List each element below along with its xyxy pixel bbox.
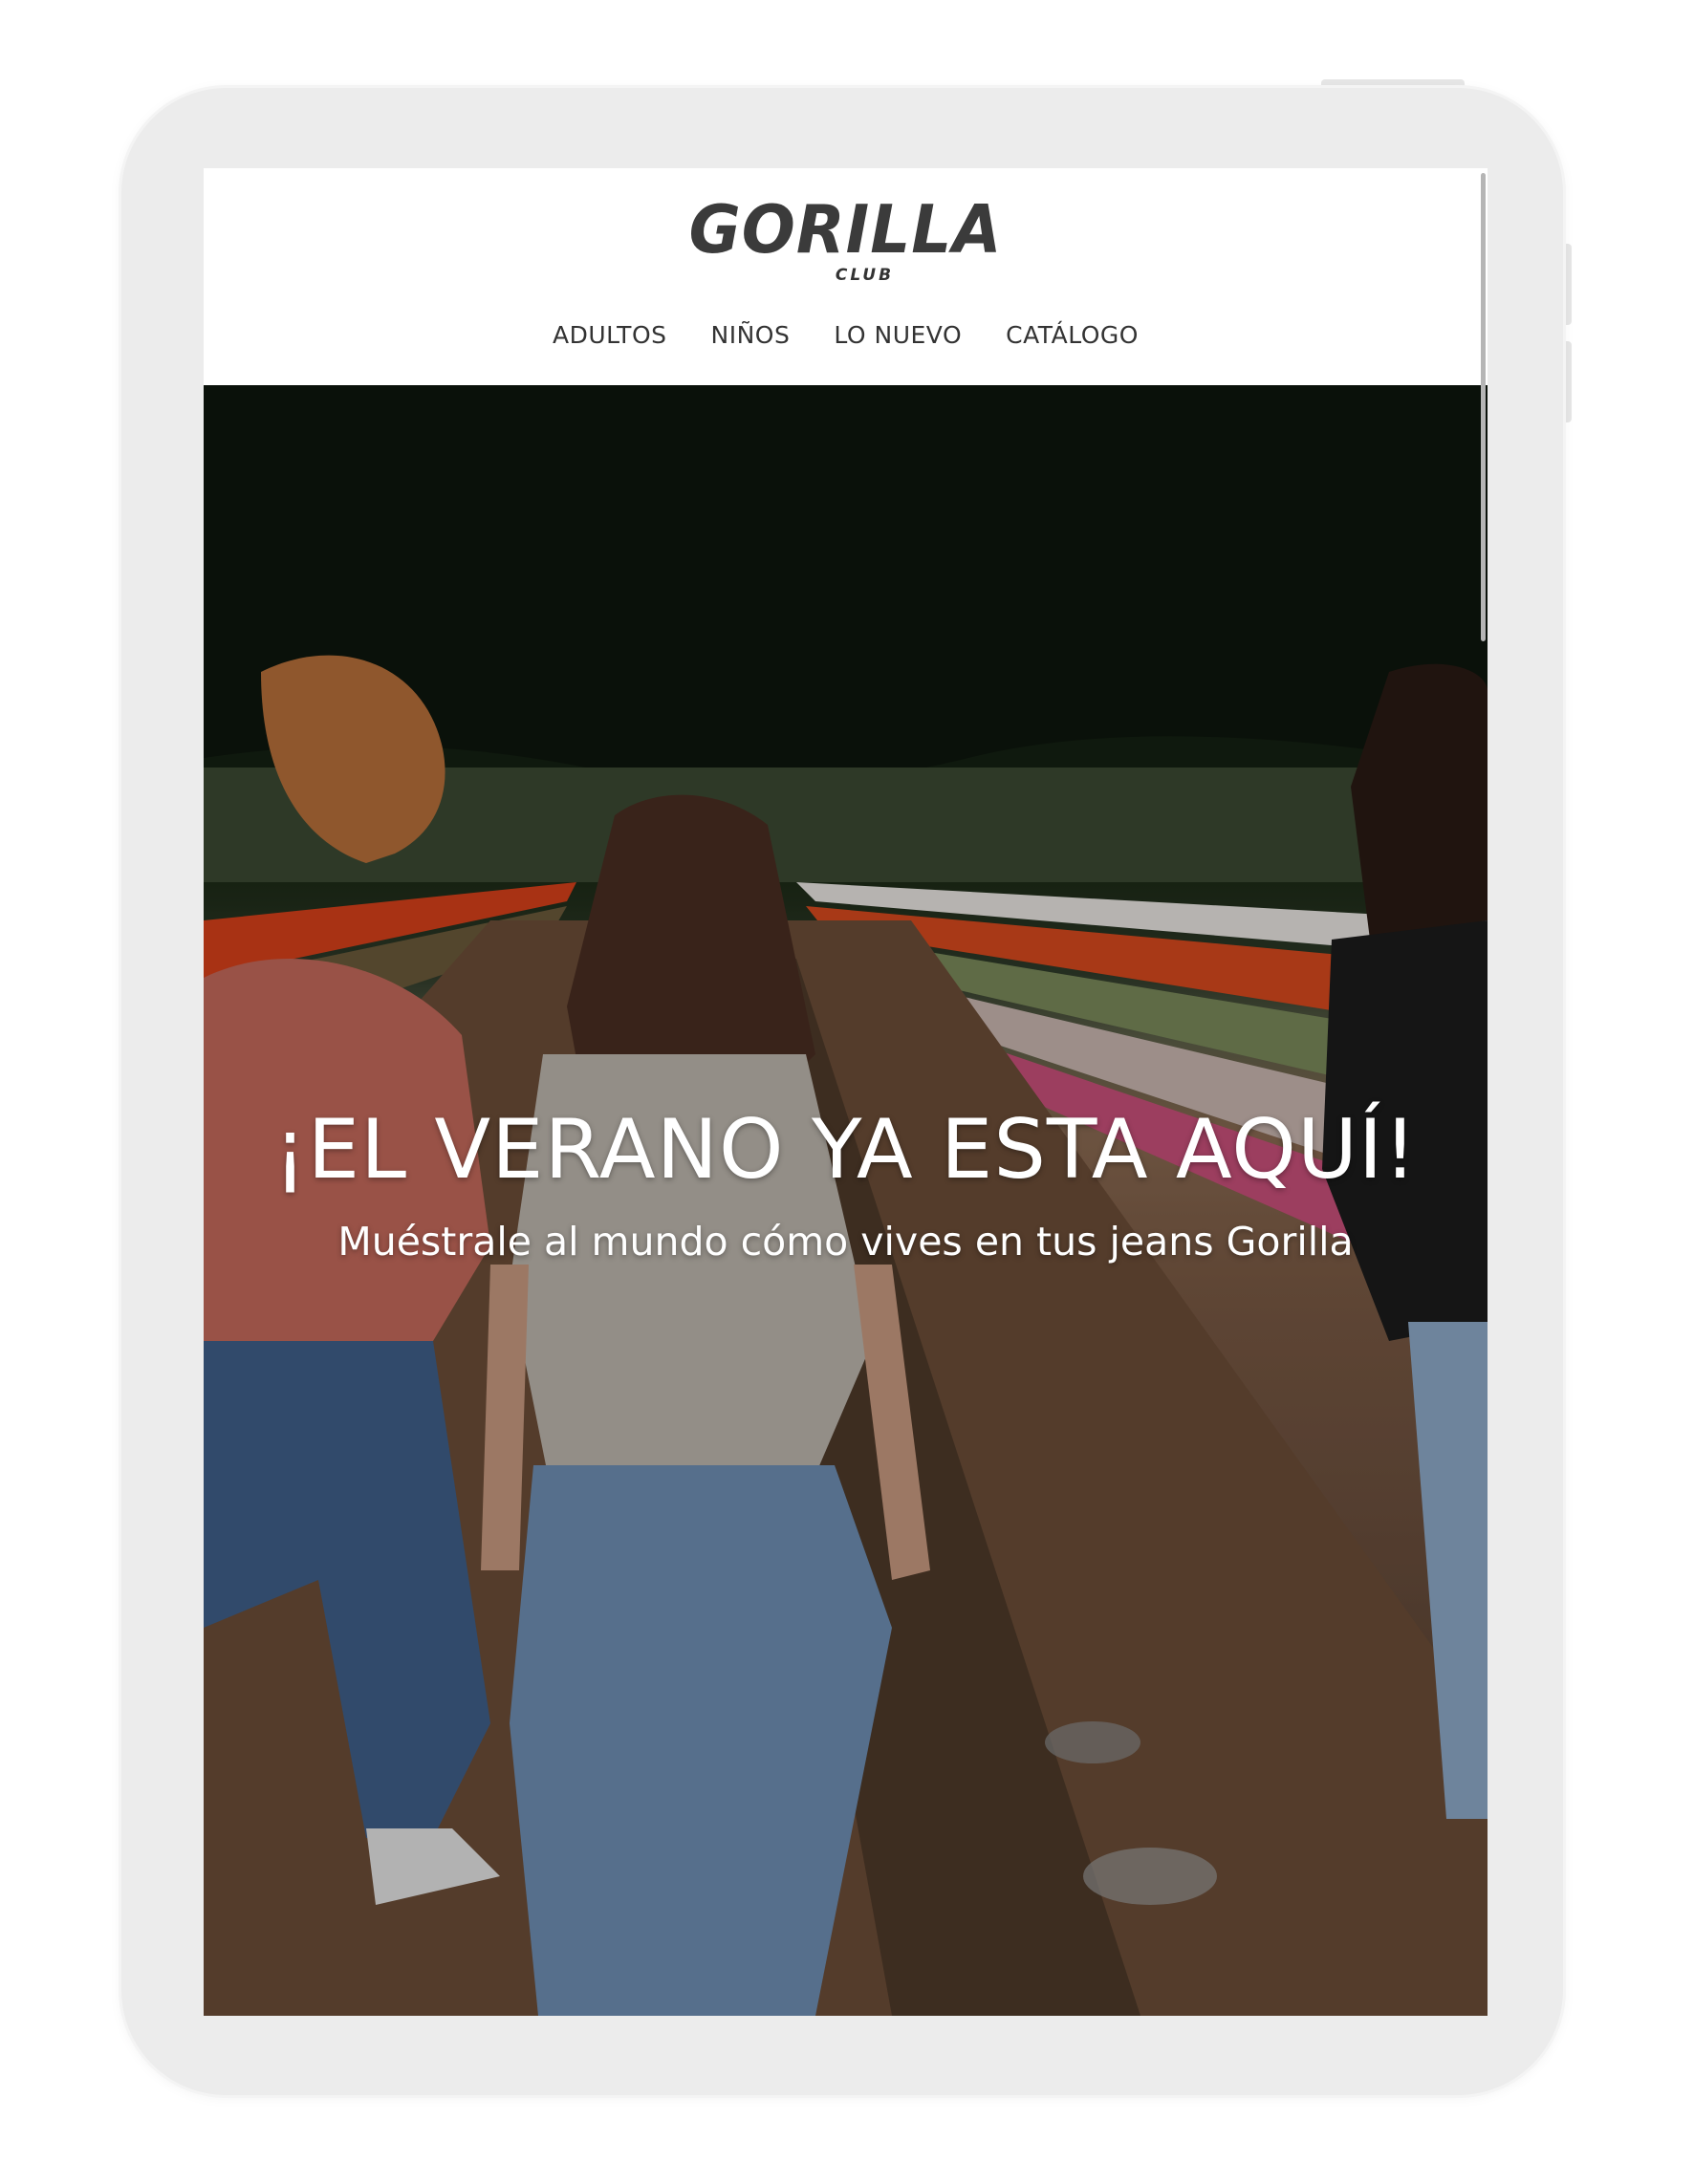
site-header: GORILLA CLUB ADULTOS NIÑOS LO NUEVO CATÁ… — [204, 168, 1488, 385]
device-volume-down-button — [1563, 341, 1572, 422]
main-nav: ADULTOS NIÑOS LO NUEVO CATÁLOGO — [204, 321, 1488, 349]
nav-item-adultos[interactable]: ADULTOS — [553, 321, 666, 349]
hero-subtitle: Muéstrale al mundo cómo vives en tus jea… — [337, 1219, 1354, 1265]
device-top-button — [1321, 79, 1465, 88]
hero-title: ¡EL VERANO YA ESTA AQUÍ! — [273, 1102, 1418, 1198]
brand-logo-sub: CLUB — [835, 266, 895, 285]
tablet-screen: GORILLA CLUB ADULTOS NIÑOS LO NUEVO CATÁ… — [204, 168, 1488, 2016]
brand-logo[interactable]: GORILLA CLUB — [204, 191, 1488, 285]
device-volume-up-button — [1563, 244, 1572, 325]
hero-banner: ¡EL VERANO YA ESTA AQUÍ! Muéstrale al mu… — [204, 385, 1488, 2016]
hero-overlay — [204, 385, 1488, 2016]
nav-item-lo-nuevo[interactable]: LO NUEVO — [834, 321, 962, 349]
nav-item-catalogo[interactable]: CATÁLOGO — [1006, 321, 1139, 349]
brand-logo-name: GORILLA — [688, 191, 1003, 269]
scrollbar[interactable] — [1481, 173, 1486, 641]
nav-item-ninos[interactable]: NIÑOS — [711, 321, 791, 349]
